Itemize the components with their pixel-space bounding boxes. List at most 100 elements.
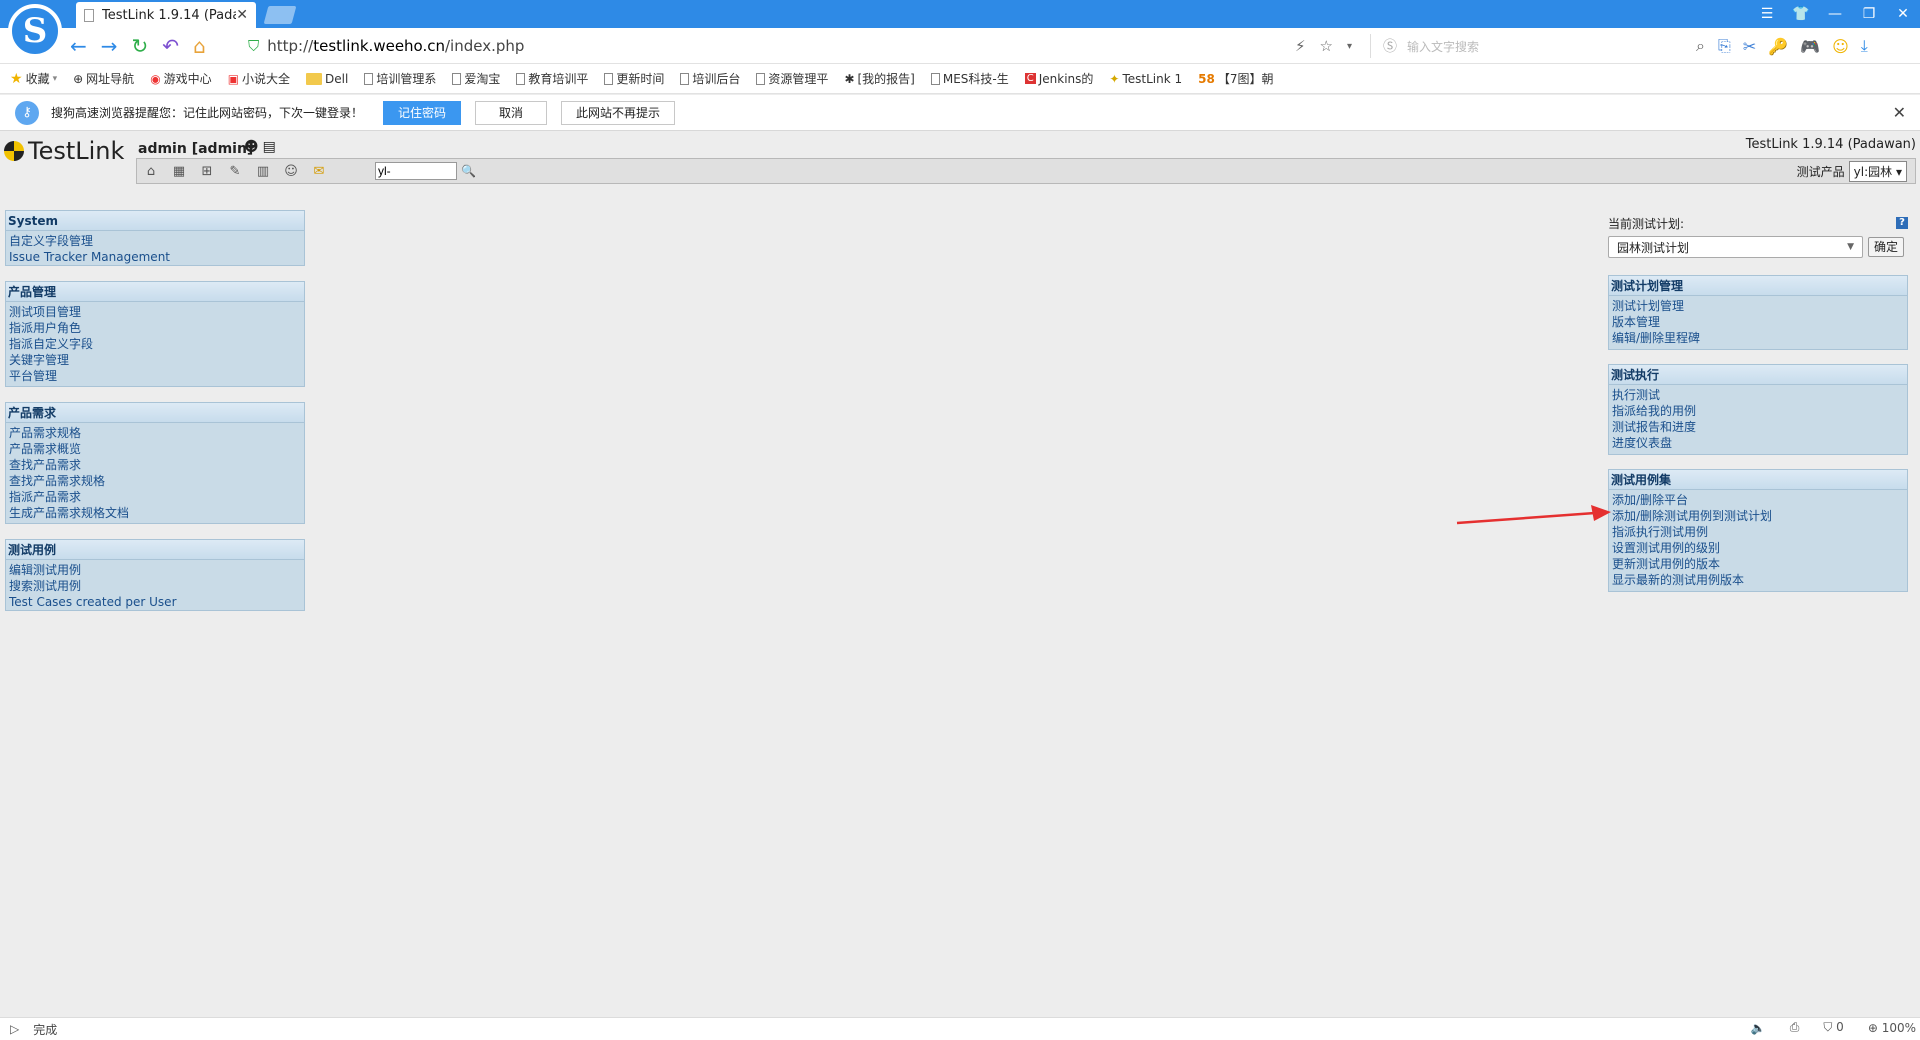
bookmark-item[interactable]: ✱ [我的报告] xyxy=(844,70,914,87)
translate-icon[interactable]: ⎘ xyxy=(1718,36,1731,56)
menu-link[interactable]: 添加/删除测试用例到测试计划 xyxy=(1612,508,1904,524)
bookmark-folder[interactable]: Dell xyxy=(306,72,348,86)
download-icon[interactable]: ⤓ xyxy=(1861,36,1868,56)
menu-link[interactable]: 添加/删除平台 xyxy=(1612,492,1904,508)
cancel-button[interactable]: 取消 xyxy=(475,100,548,125)
bookmark-item[interactable]: C Jenkins的 xyxy=(1024,70,1093,87)
bookmark-item[interactable]: ⊕ 网址导航 xyxy=(73,70,134,87)
testcase-search-input[interactable] xyxy=(375,162,457,180)
bookmarks-bar: ★ 收藏 ▾ ⊕ 网址导航 ◉ 游戏中心 ▣ 小说大全 Dell 培训管理系 爱淘宝 教育… xyxy=(0,64,1920,94)
skin-icon[interactable]: 👕 xyxy=(1784,6,1818,22)
events-icon[interactable]: ✉ xyxy=(311,164,327,179)
logout-icon[interactable]: ▤ xyxy=(263,139,276,155)
sidebar-toggle-icon[interactable]: ▷ xyxy=(10,1022,19,1036)
menu-link[interactable]: 编辑测试用例 xyxy=(9,562,301,578)
status-bar: ▷ 完成 🔈 ⎙ ⛉ 0 ⊕ 100% xyxy=(0,1017,1920,1040)
speaker-icon[interactable]: 🔈 xyxy=(1751,1021,1766,1035)
blocked-count[interactable]: ⛉ 0 xyxy=(1823,1020,1843,1035)
menu-link[interactable]: 指派自定义字段 xyxy=(9,336,301,352)
menu-link[interactable]: 编辑/删除里程碑 xyxy=(1612,330,1904,346)
menu-link[interactable]: 自定义字段管理 xyxy=(9,233,301,249)
dropdown-icon[interactable]: ▾ xyxy=(1347,41,1352,52)
search-icon[interactable]: ⌕ xyxy=(1696,36,1705,56)
refresh-icon[interactable]: ↻ xyxy=(132,34,149,58)
bookmark-item[interactable]: ▣ 小说大全 xyxy=(228,70,290,87)
search-icon[interactable]: 🔍 xyxy=(461,164,476,178)
testlink-logo[interactable]: TestLink xyxy=(4,137,124,165)
menu-link[interactable]: 执行测试 xyxy=(1612,387,1904,403)
close-tab-icon[interactable]: ✕ xyxy=(236,7,248,23)
bookmark-item[interactable]: 教育培训平 xyxy=(516,70,588,87)
confirm-button[interactable]: 确定 xyxy=(1868,237,1905,257)
menu-link[interactable]: 更新测试用例的版本 xyxy=(1612,556,1904,572)
forward-icon[interactable]: → xyxy=(101,34,118,58)
bookmark-item[interactable]: 培训管理系 xyxy=(364,70,436,87)
smile-icon[interactable]: ☺ xyxy=(1832,37,1849,56)
bookmark-item[interactable]: 爱淘宝 xyxy=(452,70,500,87)
menu-link[interactable]: 显示最新的测试用例版本 xyxy=(1612,572,1904,588)
bookmark-item[interactable]: ✦ TestLink 1 xyxy=(1109,72,1182,86)
desktop-icon[interactable]: ⌂ xyxy=(143,164,159,179)
menu-link[interactable]: 产品需求概览 xyxy=(9,441,301,457)
menu-link[interactable]: 设置测试用例的级别 xyxy=(1612,540,1904,556)
remember-password-button[interactable]: 记住密码 xyxy=(383,100,462,125)
menu-link[interactable]: 测试计划管理 xyxy=(1612,298,1904,314)
menu-link[interactable]: 关键字管理 xyxy=(9,352,301,368)
tab-testlink[interactable]: TestLink 1.9.14 (Padaw ✕ xyxy=(76,2,256,28)
never-ask-button[interactable]: 此网站不再提示 xyxy=(561,100,676,125)
menu-link[interactable]: 测试项目管理 xyxy=(9,304,301,320)
url-host: testlink.weeho.cn xyxy=(313,37,445,55)
menu-link[interactable]: 平台管理 xyxy=(9,368,301,384)
users-icon[interactable]: ☺ xyxy=(283,164,299,179)
requirements-icon[interactable]: ▦ xyxy=(171,164,187,179)
help-icon[interactable]: ? xyxy=(1896,217,1908,229)
home-icon[interactable]: ⌂ xyxy=(193,34,206,58)
menu-icon[interactable]: ☰ xyxy=(1750,6,1784,22)
reports-icon[interactable]: ▥ xyxy=(255,164,271,179)
search-input[interactable]: Ⓢ 输入文字搜索 ⌕ xyxy=(1370,34,1705,58)
key-tool-icon[interactable]: 🔑 xyxy=(1768,37,1788,56)
menu-link[interactable]: Test Cases created per User xyxy=(9,594,301,610)
user-profile-icon[interactable]: ☻ xyxy=(244,139,259,155)
scissors-icon[interactable]: ✂ xyxy=(1743,37,1756,56)
menu-link[interactable]: 指派用户角色 xyxy=(9,320,301,336)
menu-link[interactable]: 指派执行测试用例 xyxy=(1612,524,1904,540)
menu-link[interactable]: 查找产品需求 xyxy=(9,457,301,473)
menu-link[interactable]: 产品需求规格 xyxy=(9,425,301,441)
screenshot-icon[interactable]: ⎙ xyxy=(1790,1020,1800,1035)
back-icon[interactable]: ← xyxy=(70,34,87,58)
bookmark-item[interactable]: 资源管理平 xyxy=(756,70,828,87)
bookmark-favorites[interactable]: ★ 收藏 ▾ xyxy=(10,70,57,87)
panel-title: 测试计划管理 xyxy=(1609,276,1907,296)
bookmark-item[interactable]: MES科技-生 xyxy=(930,70,1009,87)
url-input[interactable]: ⛉ http://testlink.weeho.cn/index.php xyxy=(248,34,1348,58)
menu-link[interactable]: 进度仪表盘 xyxy=(1612,435,1904,451)
menu-link[interactable]: 生成产品需求规格文档 xyxy=(9,505,301,521)
bookmark-item[interactable]: 58 【7图】朝 xyxy=(1198,70,1273,87)
menu-link[interactable]: 指派给我的用例 xyxy=(1612,403,1904,419)
bookmark-item[interactable]: ◉ 游戏中心 xyxy=(150,70,212,87)
restore-icon[interactable]: ❐ xyxy=(1852,6,1886,22)
lightning-icon[interactable]: ⚡ xyxy=(1295,37,1306,55)
menu-link[interactable]: 查找产品需求规格 xyxy=(9,473,301,489)
sogou-logo[interactable]: S xyxy=(8,4,62,58)
execute-icon[interactable]: ✎ xyxy=(227,164,243,179)
zoom-level[interactable]: ⊕ 100% xyxy=(1868,1021,1916,1035)
bookmark-item[interactable]: 培训后台 xyxy=(680,70,740,87)
menu-link[interactable]: 搜索测试用例 xyxy=(9,578,301,594)
test-plan-select[interactable]: 园林测试计划 ▼ xyxy=(1608,236,1863,258)
bookmark-item[interactable]: 更新时间 xyxy=(604,70,664,87)
minimize-icon[interactable]: — xyxy=(1818,6,1852,22)
close-bar-icon[interactable]: ✕ xyxy=(1893,103,1906,122)
menu-link[interactable]: 指派产品需求 xyxy=(9,489,301,505)
new-tab-button[interactable] xyxy=(263,6,297,24)
menu-link[interactable]: 测试报告和进度 xyxy=(1612,419,1904,435)
game-tool-icon[interactable]: 🎮 xyxy=(1800,37,1820,56)
test-spec-icon[interactable]: ⊞ xyxy=(199,164,215,179)
undo-close-icon[interactable]: ↶ xyxy=(162,34,179,58)
close-window-icon[interactable]: ✕ xyxy=(1886,6,1920,22)
menu-link[interactable]: Issue Tracker Management xyxy=(9,249,301,265)
product-select[interactable]: yl:园林 ▾ xyxy=(1848,161,1907,182)
menu-link[interactable]: 版本管理 xyxy=(1612,314,1904,330)
bookmark-star-icon[interactable]: ☆ xyxy=(1320,37,1333,55)
